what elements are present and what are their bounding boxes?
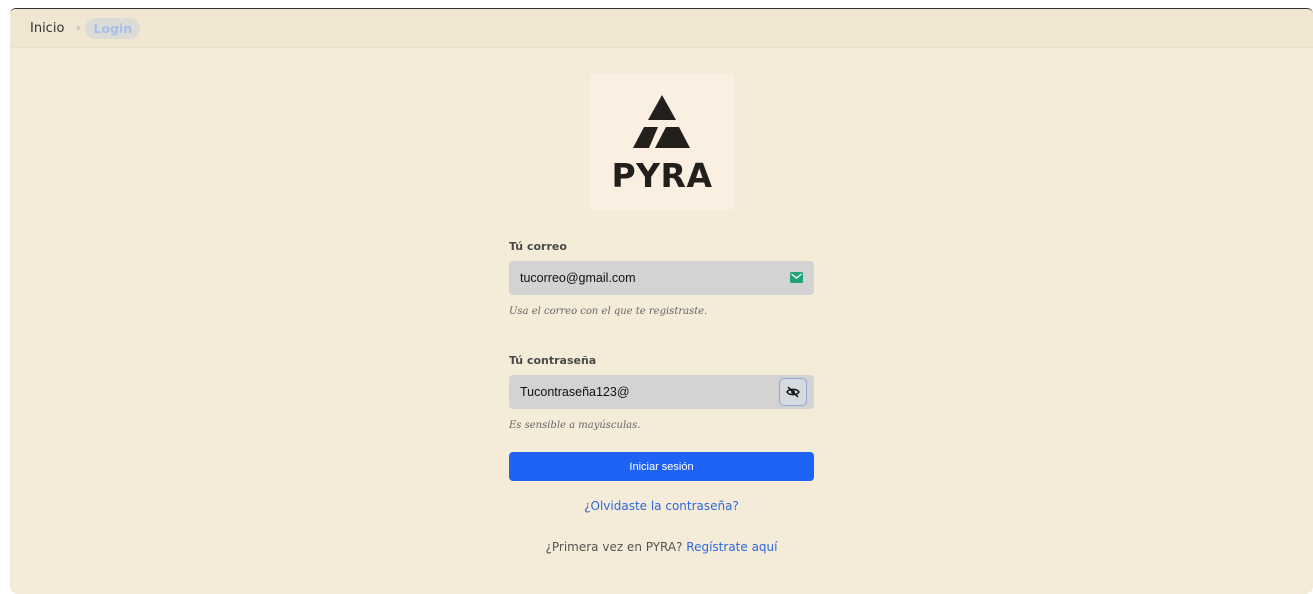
register-link[interactable]: Regístrate aquí [686, 540, 777, 554]
register-prompt: ¿Primera vez en PYRA? Regístrate aquí [509, 540, 814, 554]
password-field-wrapper [509, 375, 814, 409]
password-input[interactable] [509, 375, 814, 409]
pyramid-logo-icon [633, 95, 690, 148]
password-hint: Es sensible a mayúsculas. [509, 420, 641, 431]
breadcrumb-separator: › [76, 22, 81, 34]
login-button[interactable]: Iniciar sesión [509, 452, 814, 481]
email-hint: Usa el correo con el que te registraste. [509, 306, 708, 317]
logo-text: PYRA [611, 156, 713, 195]
logo: PYRA [590, 74, 734, 210]
breadcrumb-current: Login [85, 17, 141, 39]
email-input[interactable] [509, 261, 814, 295]
breadcrumb: Inicio › Login [10, 9, 1313, 48]
password-label: Tú contraseña [509, 354, 597, 367]
page-frame: Inicio › Login PYRA Tú correo Usa el cor… [10, 8, 1313, 594]
email-label: Tú correo [509, 240, 567, 253]
password-visibility-toggle[interactable] [779, 378, 807, 406]
forgot-password-link[interactable]: ¿Olvidaste la contraseña? [509, 499, 814, 513]
email-field-wrapper [509, 261, 814, 295]
register-prompt-text: ¿Primera vez en PYRA? [545, 540, 683, 554]
breadcrumb-home-link[interactable]: Inicio [30, 21, 64, 36]
mail-icon [790, 272, 803, 283]
login-form: Tú correo Usa el correo con el que te re… [509, 239, 814, 554]
eye-slash-icon [786, 386, 800, 398]
